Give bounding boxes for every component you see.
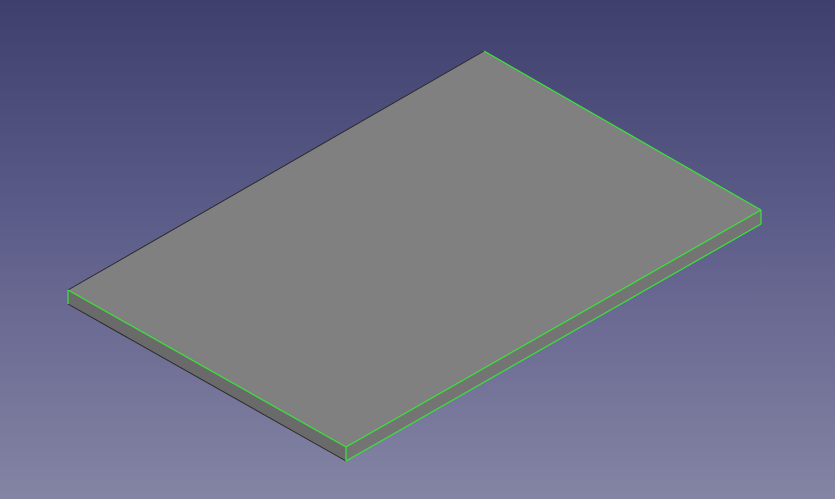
3d-viewport[interactable] bbox=[0, 0, 835, 499]
plate-model[interactable] bbox=[0, 0, 835, 499]
plate-top-face[interactable] bbox=[68, 51, 761, 447]
